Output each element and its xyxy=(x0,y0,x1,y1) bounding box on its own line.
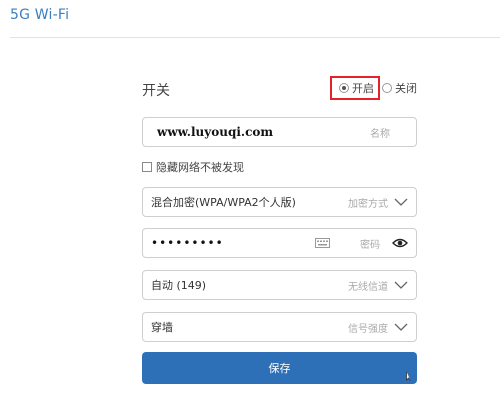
channel-select[interactable]: 自动 (149) 无线信道 xyxy=(142,270,417,300)
switch-on-label: 开启 xyxy=(352,82,374,95)
password-hint: 密码 xyxy=(360,239,380,251)
switch-label: 开关 xyxy=(142,83,170,99)
ssid-hint: 名称 xyxy=(370,128,390,140)
radio-checked-icon xyxy=(339,83,349,93)
switch-on-radio[interactable]: 开启 xyxy=(330,76,380,100)
checkbox-box xyxy=(142,162,152,172)
channel-value: 自动 (149) xyxy=(151,279,207,292)
chevron-down-icon xyxy=(394,195,408,209)
hide-network-label: 隐藏网络不被发现 xyxy=(156,161,244,174)
chevron-down-icon xyxy=(394,320,408,334)
signal-strength-value: 穿墙 xyxy=(151,321,173,334)
password-value: ••••••••• xyxy=(151,236,224,250)
signal-strength-select[interactable]: 穿墙 信号强度 xyxy=(142,312,417,342)
switch-off-radio[interactable]: 关闭 xyxy=(382,80,417,96)
signal-strength-hint: 信号强度 xyxy=(348,323,388,335)
page-title: 5G Wi-Fi xyxy=(10,7,70,23)
encryption-value: 混合加密(WPA/WPA2个人版) xyxy=(151,196,296,209)
radio-unchecked-icon xyxy=(382,83,392,93)
chevron-down-icon xyxy=(394,278,408,292)
hide-network-checkbox[interactable]: 隐藏网络不被发现 xyxy=(142,159,244,175)
keyboard-icon[interactable] xyxy=(315,238,330,248)
wifi-settings-page: 5G Wi-Fi 开关 开启 关闭 www.luyouqi.com 名称 隐藏网… xyxy=(0,0,500,400)
eye-icon[interactable] xyxy=(392,238,408,248)
encryption-hint: 加密方式 xyxy=(348,198,388,210)
channel-hint: 无线信道 xyxy=(348,281,388,293)
mouse-cursor-icon xyxy=(406,371,411,381)
encryption-select[interactable]: 混合加密(WPA/WPA2个人版) 加密方式 xyxy=(142,187,417,217)
ssid-field[interactable]: www.luyouqi.com 名称 xyxy=(142,117,417,147)
switch-radio-group: 开启 关闭 xyxy=(330,76,417,100)
password-field[interactable]: ••••••••• 密码 xyxy=(142,228,417,258)
title-divider xyxy=(10,37,500,38)
ssid-value: www.luyouqi.com xyxy=(157,125,274,139)
save-button[interactable]: 保存 xyxy=(142,352,417,384)
switch-off-label: 关闭 xyxy=(395,82,417,95)
